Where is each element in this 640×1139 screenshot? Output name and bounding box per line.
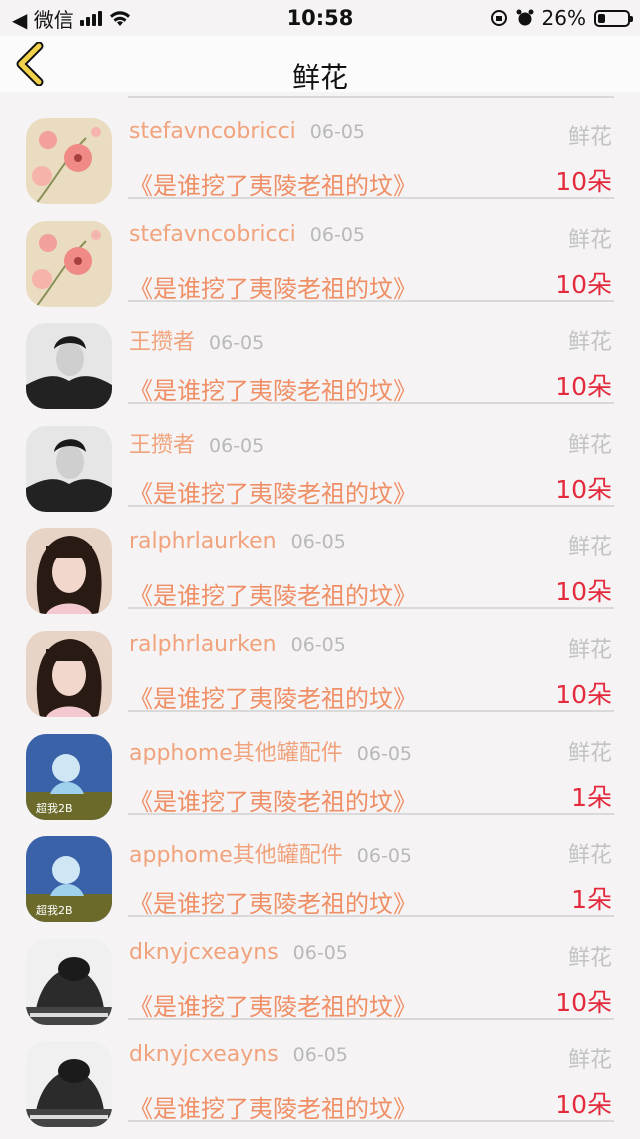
list-item[interactable]: ralphrlaurken 06-05 鲜花《是谁挖了夷陵老祖的坟》 10朵 [0,507,640,615]
list-item[interactable]: 王攒者 06-05 鲜花《是谁挖了夷陵老祖的坟》 10朵 [0,302,640,410]
avatar[interactable] [26,323,112,410]
avatar[interactable] [26,528,112,615]
list-item[interactable]: ralphrlaurken 06-05 鲜花《是谁挖了夷陵老祖的坟》 10朵 [0,610,640,717]
user-name[interactable]: dknyjcxeayns 06-05 [129,940,348,965]
row-divider [128,1120,614,1123]
book-title-link[interactable]: 《是谁挖了夷陵老祖的坟》 [129,782,417,817]
list-item[interactable]: stefavncobricci 06-05 鲜花《是谁挖了夷陵老祖的坟》 10朵 [0,200,640,307]
user-name[interactable]: apphome其他罐配件 06-05 [129,837,412,869]
gift-type-label: 鲜花 [567,1048,612,1074]
avatar[interactable]: 超我2B [26,836,112,923]
list-item[interactable]: 超我2B apphome其他罐配件 06-05 鲜花《是谁挖了夷陵老祖的坟》 1朵 [0,815,640,923]
gift-type-label: 鲜花 [567,535,612,561]
svg-text:超我2B: 超我2B [36,903,73,917]
book-title-link[interactable]: 《是谁挖了夷陵老祖的坟》 [129,371,417,406]
status-bar: ◀ 微信 10:58 26% [0,0,640,36]
svg-text:超我2B: 超我2B [36,801,73,815]
gift-count: 1朵 [571,782,612,812]
wifi-icon [109,11,130,26]
user-name[interactable]: stefavncobricci 06-05 [129,222,365,247]
date-label: 06-05 [356,845,412,868]
user-name[interactable]: ralphrlaurken 06-05 [129,632,346,657]
avatar[interactable] [26,220,112,307]
user-name[interactable]: 王攒者 06-05 [129,324,264,356]
date-label: 06-05 [309,121,366,143]
avatar[interactable] [26,118,112,204]
gift-count: 10朵 [555,372,612,402]
list-item[interactable]: dknyjcxeayns 06-05 鲜花《是谁挖了夷陵老祖的坟》 10朵 [0,918,640,1025]
user-name[interactable]: 王攒者 06-05 [129,427,264,459]
avatar[interactable]: 超我2B [26,733,112,820]
book-title-link[interactable]: 《是谁挖了夷陵老祖的坟》 [129,884,417,919]
gift-count: 10朵 [555,167,612,196]
gift-type-label: 鲜花 [567,740,612,766]
book-title-link[interactable]: 《是谁挖了夷陵老祖的坟》 [129,576,417,611]
date-label: 06-05 [209,434,265,457]
user-name[interactable]: ralphrlaurken 06-05 [129,529,346,554]
battery-icon [594,9,633,27]
rotation-lock-icon [490,10,507,26]
gift-type-label: 鲜花 [567,843,612,869]
back-to-app-label[interactable]: ◀ 微信 [12,4,74,33]
gift-type-label: 鲜花 [567,227,612,253]
avatar[interactable] [26,938,112,1025]
battery-percent: 26% [541,6,586,30]
date-label: 06-05 [309,223,366,246]
cellular-signal-icon [79,10,102,26]
gift-type-label: 鲜花 [567,432,612,458]
gift-type-label: 鲜花 [567,945,612,971]
gift-count: 10朵 [555,680,612,709]
date-label: 06-05 [209,332,265,355]
user-name[interactable]: stefavncobricci 06-05 [129,119,365,144]
gift-type-label: 鲜花 [567,330,612,356]
book-title-link[interactable]: 《是谁挖了夷陵老祖的坟》 [129,987,417,1022]
alarm-icon [516,9,534,26]
date-label: 06-05 [290,531,346,554]
book-title-link[interactable]: 《是谁挖了夷陵老祖的坟》 [129,166,417,201]
gift-type-label: 鲜花 [567,125,612,150]
avatar[interactable] [26,631,112,717]
gift-count: 10朵 [555,269,612,299]
gift-count: 1朵 [571,885,612,915]
user-name[interactable]: dknyjcxeayns 06-05 [129,1042,348,1067]
gift-count: 10朵 [555,577,612,607]
gift-count: 10朵 [555,987,612,1017]
avatar[interactable] [26,1041,112,1128]
date-label: 06-05 [292,941,348,964]
list-item[interactable]: stefavncobricci 06-05 鲜花《是谁挖了夷陵老祖的坟》 10朵 [0,97,640,204]
date-label: 06-05 [292,1044,348,1067]
date-label: 06-05 [356,742,412,765]
navigation-bar: 鲜花 [0,36,640,94]
gift-count: 10朵 [555,474,612,504]
book-title-link[interactable]: 《是谁挖了夷陵老祖的坟》 [129,1089,417,1124]
list-item[interactable]: dknyjcxeayns 06-05 鲜花《是谁挖了夷陵老祖的坟》 10朵 [0,1020,640,1128]
user-name[interactable]: apphome其他罐配件 06-05 [129,735,412,767]
book-title-link[interactable]: 《是谁挖了夷陵老祖的坟》 [129,679,417,714]
gift-type-label: 鲜花 [567,638,612,663]
date-label: 06-05 [290,634,346,656]
list-item[interactable]: 王攒者 06-05 鲜花《是谁挖了夷陵老祖的坟》 10朵 [0,405,640,512]
book-title-link[interactable]: 《是谁挖了夷陵老祖的坟》 [129,474,417,509]
avatar[interactable] [26,425,112,512]
page-title: 鲜花 [291,61,348,94]
list-item[interactable]: 超我2B apphome其他罐配件 06-05 鲜花《是谁挖了夷陵老祖的坟》 1朵 [0,713,640,820]
gift-count: 10朵 [555,1090,612,1120]
book-title-link[interactable]: 《是谁挖了夷陵老祖的坟》 [129,269,417,304]
